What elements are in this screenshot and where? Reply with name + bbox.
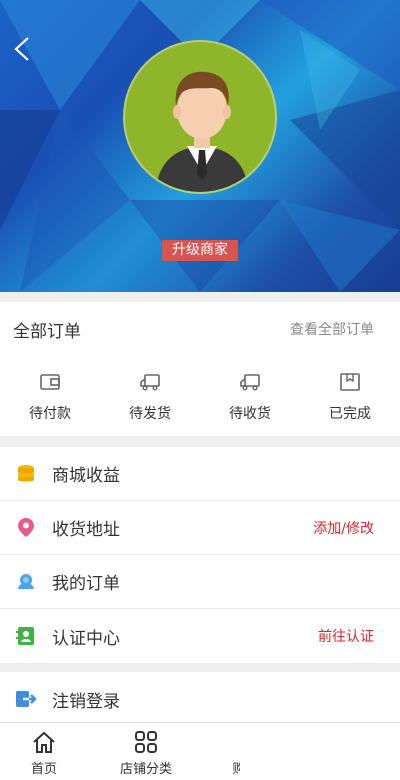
order-pending-receipt[interactable]: 待收货	[200, 356, 300, 436]
orders-card: 全部订单 查看全部订单 待付款 待发货 待收货 已完成	[0, 302, 400, 436]
upgrade-merchant-button[interactable]: 升级商家	[162, 240, 238, 261]
tab-shop-categories[interactable]: 店铺分类	[120, 729, 172, 777]
menu-list: 商城收益 收货地址 添加/修改 我的订单 认证中心 前往认证	[0, 447, 400, 663]
order-status-row: 待付款 待发货 待收货 已完成	[0, 356, 400, 436]
menu-item-label: 认证中心	[52, 628, 120, 649]
avatar[interactable]	[123, 40, 277, 194]
menu-item-label: 商城收益	[52, 466, 120, 486]
order-item-label: 已完成	[329, 406, 371, 422]
home-icon	[33, 731, 55, 753]
tab-cart[interactable]: 购	[226, 729, 240, 779]
grid-icon	[135, 731, 157, 753]
logout-row[interactable]: 注销登录	[0, 672, 400, 726]
profile-header: 升级商家	[0, 0, 400, 292]
order-item-label: 待发货	[129, 406, 171, 422]
menu-item-my-orders[interactable]: 我的订单	[0, 555, 400, 609]
view-all-orders-link[interactable]: 查看全部订单	[290, 319, 374, 339]
tab-label: 店铺分类	[120, 762, 173, 777]
orders-title: 全部订单	[13, 321, 81, 342]
tab-label: 首页	[31, 762, 58, 777]
order-pending-payment[interactable]: 待付款	[0, 356, 100, 436]
location-pin-icon	[15, 517, 37, 539]
menu-item-address[interactable]: 收货地址 添加/修改	[0, 501, 400, 555]
orders-header: 全部订单 查看全部订单	[0, 302, 400, 356]
order-completed[interactable]: 已完成	[300, 356, 400, 436]
menu-item-label: 收货地址	[52, 520, 120, 540]
wallet-icon	[40, 374, 60, 390]
orders-icon	[15, 571, 37, 593]
bottom-tab-bar: 首页 店铺分类 购	[0, 722, 400, 780]
go-verify-link[interactable]: 前往认证	[318, 626, 374, 646]
order-item-label: 待收货	[229, 406, 271, 422]
box-icon	[340, 373, 360, 391]
menu-item-label: 我的订单	[52, 574, 120, 594]
menu-item-earnings[interactable]: 商城收益	[0, 447, 400, 501]
logout-icon	[15, 688, 37, 710]
order-pending-shipment[interactable]: 待发货	[100, 356, 200, 436]
tab-home[interactable]: 首页	[31, 729, 57, 777]
order-item-label: 待付款	[29, 406, 71, 422]
truck-icon	[140, 374, 160, 391]
user-avatar-icon	[155, 71, 249, 192]
coins-icon	[15, 463, 37, 485]
menu-item-verification[interactable]: 认证中心 前往认证	[0, 609, 400, 663]
tab-label: 购	[232, 762, 240, 777]
back-button[interactable]	[8, 32, 36, 66]
truck-icon	[240, 374, 260, 391]
chevron-left-icon	[14, 37, 29, 61]
add-edit-address-link[interactable]: 添加/修改	[313, 518, 374, 538]
contact-card-icon	[15, 625, 37, 647]
logout-label: 注销登录	[52, 691, 120, 712]
